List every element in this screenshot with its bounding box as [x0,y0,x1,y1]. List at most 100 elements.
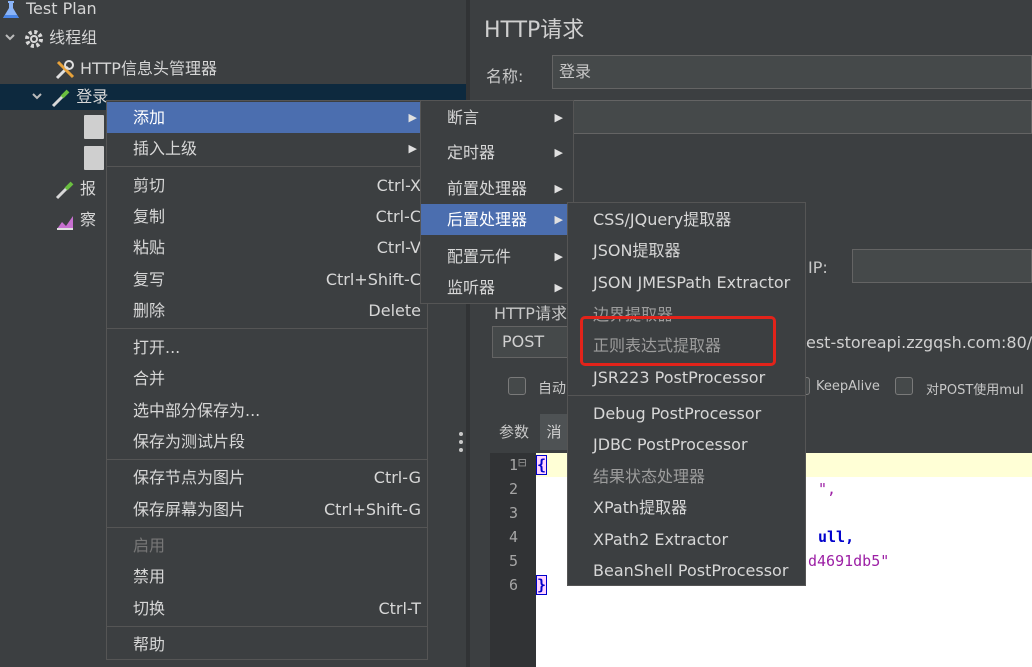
fold-toggle-icon[interactable]: ⊟ [518,455,526,471]
tree-item-header-manager[interactable]: HTTP信息头管理器 [54,56,217,82]
code-line-2: ", [818,480,837,498]
tree-item-label: HTTP信息头管理器 [80,59,217,78]
menu-item-label: XPath2 Extractor [593,530,729,549]
menu-item-config-element[interactable]: 配置元件 ▶ [421,241,573,272]
multipart-checkbox[interactable] [895,377,913,395]
context-menu: 添加 ▶ 插入上级 ▶ 剪切 Ctrl-X 复制 Ctrl-C 粘贴 Ctrl-… [106,100,428,660]
open-brace: { [535,455,548,475]
menu-item-label: 保存屏幕为图片 [133,500,246,519]
submenu-arrow-icon: ▶ [554,281,563,294]
submenu-arrow-icon: ▶ [554,250,563,263]
gear-icon [23,28,45,50]
menu-item-toggle[interactable]: 切换 Ctrl-T [107,593,427,624]
menu-item-label: 配置元件 [447,247,512,266]
menu-item-label: 删除 [133,301,166,320]
menu-item-copy[interactable]: 复制 Ctrl-C [107,201,427,232]
menu-item-json-extractor[interactable]: JSON提取器 [568,235,805,266]
pipette-icon [50,87,72,109]
menu-item-save-fragment[interactable]: 保存为测试片段 [107,426,427,457]
menu-item-disable[interactable]: 禁用 [107,561,427,592]
line-number: 2 [508,480,518,498]
chevron-down-icon[interactable] [31,85,45,111]
code-line-4: ull, [818,528,855,546]
document-icon[interactable] [84,146,104,170]
menu-shortcut: Ctrl-V [376,238,421,257]
menu-item-label: XPath提取器 [593,498,688,517]
tree-item-label: 报 [80,179,97,198]
menu-item-paste[interactable]: 粘贴 Ctrl-V [107,232,427,263]
menu-item-save-selection[interactable]: 选中部分保存为... [107,395,427,426]
menu-item-timer[interactable]: 定时器 ▶ [421,137,573,168]
document-icon[interactable] [84,115,104,139]
menu-item-label: 启用 [133,536,166,555]
add-submenu: 断言 ▶ 定时器 ▶ 前置处理器 ▶ 后置处理器 ▶ 配置元件 ▶ 监听器 ▶ [420,100,574,304]
menu-item-label: 定时器 [447,143,496,162]
menu-item-duplicate[interactable]: 复写 Ctrl+Shift-C [107,264,427,295]
submenu-arrow-icon: ▶ [408,111,417,124]
ip-label: IP: [808,258,828,277]
menu-item-open[interactable]: 打开... [107,332,427,363]
menu-item-result-status-handler[interactable]: 结果状态处理器 [568,461,805,492]
menu-item-xpath-extractor[interactable]: XPath提取器 [568,492,805,523]
tree-item-listener[interactable]: 察 [54,207,96,233]
menu-item-css-jquery-extractor[interactable]: CSS/JQuery提取器 [568,204,805,235]
chart-icon [54,210,76,232]
menu-item-xpath2-extractor[interactable]: XPath2 Extractor [568,524,805,555]
menu-item-add[interactable]: 添加 ▶ [107,102,427,133]
menu-item-jsr223-postprocessor[interactable]: JSR223 PostProcessor [568,362,805,393]
menu-item-enable: 启用 [107,530,427,561]
menu-item-label: BeanShell PostProcessor [593,561,789,580]
line-number: 3 [508,504,518,522]
tree-item-label: 登录 [76,87,109,106]
menu-item-debug-postprocessor[interactable]: Debug PostProcessor [568,398,805,429]
menu-item-label: 禁用 [133,567,166,586]
menu-item-label: 添加 [133,108,166,127]
tab-body-data[interactable]: 消 [540,414,568,450]
menu-item-pre-processors[interactable]: 前置处理器 ▶ [421,173,573,204]
auto-redirect-checkbox[interactable] [508,377,526,395]
menu-separator [107,459,427,460]
flask-icon [0,0,22,21]
name-label: 名称: [486,67,524,86]
ip-field[interactable] [852,249,1032,283]
comment-field[interactable] [552,100,1032,134]
tree-item-report[interactable]: 报 [54,176,96,202]
drag-handle-icon[interactable] [458,430,464,454]
method-select[interactable]: POST [492,326,572,358]
menu-item-listener[interactable]: 监听器 ▶ [421,272,573,303]
menu-shortcut: Ctrl-C [375,207,421,226]
line-number: 4 [508,528,518,546]
menu-item-label: 断言 [447,108,480,127]
menu-item-jmespath-extractor[interactable]: JSON JMESPath Extractor [568,267,805,298]
tab-parameters[interactable]: 参数 [492,414,536,450]
menu-item-post-processors[interactable]: 后置处理器 ▶ [421,204,573,235]
menu-item-label: 剪切 [133,176,166,195]
menu-item-label: 复写 [133,270,166,289]
chevron-down-icon[interactable] [4,26,18,52]
menu-item-label: Debug PostProcessor [593,404,762,423]
code-line-5: d4691db5" [808,552,890,570]
menu-item-merge[interactable]: 合并 [107,363,427,394]
menu-item-save-node-image[interactable]: 保存节点为图片 Ctrl-G [107,462,427,493]
menu-item-jdbc-postprocessor[interactable]: JDBC PostProcessor [568,429,805,460]
menu-item-insert-parent[interactable]: 插入上级 ▶ [107,133,427,164]
keepalive-label: KeepAlive [816,379,880,394]
menu-shortcut: Ctrl-T [378,599,421,618]
tree-item-test-plan[interactable]: Test Plan [0,0,97,22]
menu-item-label: 后置处理器 [447,210,528,229]
submenu-arrow-icon: ▶ [554,146,563,159]
name-field[interactable]: 登录 [552,55,1032,89]
menu-item-cut[interactable]: 剪切 Ctrl-X [107,170,427,201]
tree-item-thread-group[interactable]: 线程组 [4,25,97,51]
menu-item-help[interactable]: 帮助 [107,629,427,660]
menu-item-save-screen-image[interactable]: 保存屏幕为图片 Ctrl+Shift-G [107,494,427,525]
menu-item-label: JSON JMESPath Extractor [593,273,791,292]
path-field[interactable]: est-storeapi.zzgqsh.com:80/s [806,333,1032,352]
close-brace: } [535,575,548,595]
menu-item-delete[interactable]: 删除 Delete [107,295,427,326]
menu-separator [107,527,427,528]
menu-item-label: 切换 [133,599,166,618]
menu-item-label: JSR223 PostProcessor [593,368,766,387]
menu-item-beanshell-postprocessor[interactable]: BeanShell PostProcessor [568,555,805,586]
menu-item-assertions[interactable]: 断言 ▶ [421,102,573,133]
